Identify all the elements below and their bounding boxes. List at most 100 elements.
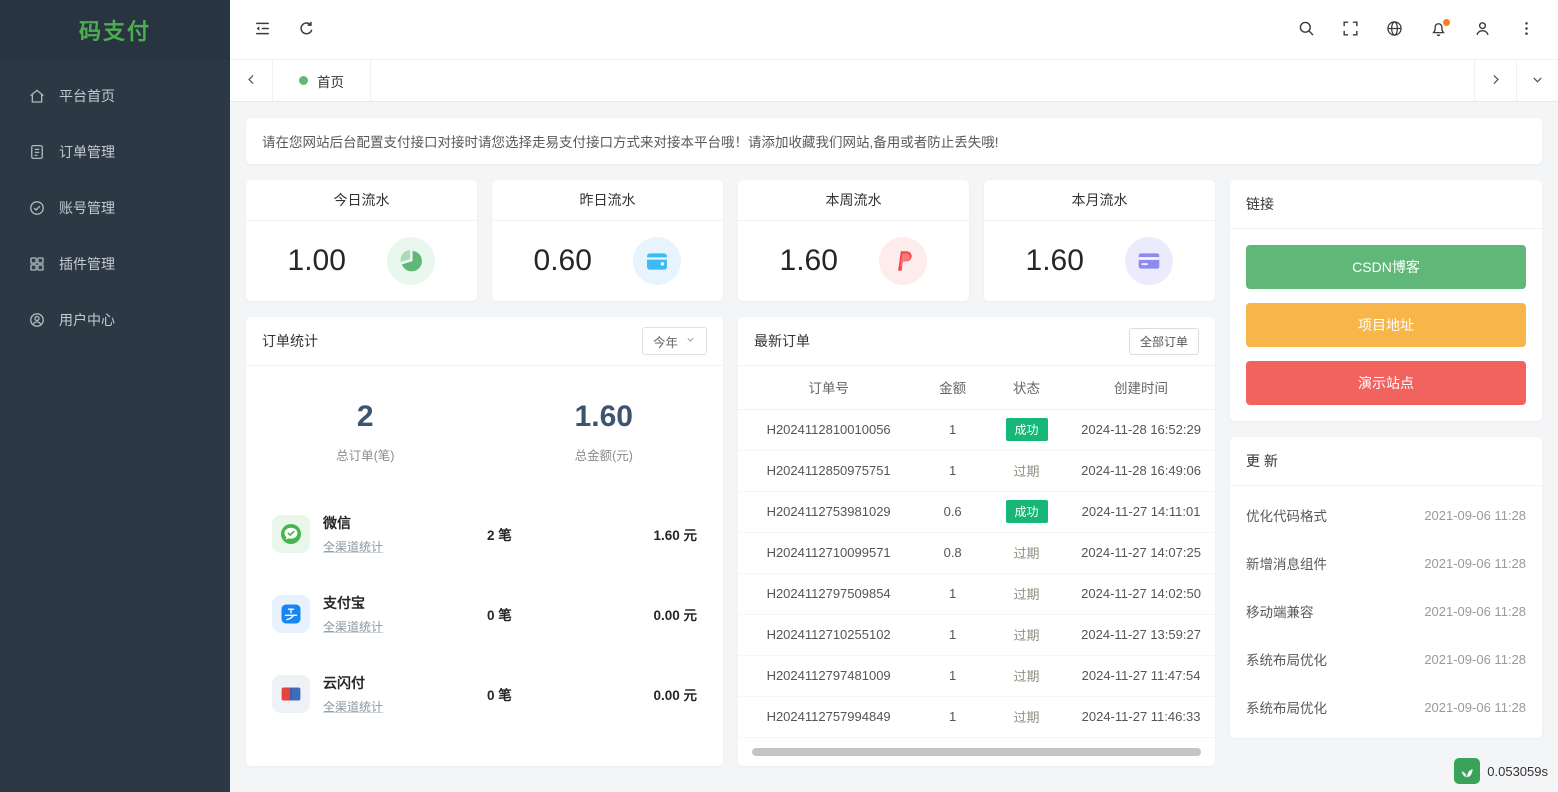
channel-subtitle[interactable]: 全渠道统计 <box>323 698 487 715</box>
refresh-button[interactable] <box>284 9 328 51</box>
order-row[interactable]: H20241127100995710.8过期2024-11-27 14:07:2… <box>738 532 1215 573</box>
order-row[interactable]: H20241127579948491过期2024-11-27 11:46:33 <box>738 696 1215 737</box>
active-tab-dot <box>299 76 308 85</box>
language-button[interactable] <box>1372 9 1416 51</box>
usercenter-icon <box>28 311 46 329</box>
tabs-scroll-left-button[interactable] <box>230 60 272 101</box>
render-time-badge: 0.053059s <box>1454 758 1548 784</box>
app-logo: 码支付 <box>0 0 230 60</box>
fullscreen-icon <box>1341 19 1360 41</box>
render-time-text: 0.053059s <box>1487 764 1548 779</box>
channel-subtitle[interactable]: 全渠道统计 <box>323 538 487 555</box>
more-icon <box>1517 19 1536 41</box>
order-row[interactable]: H20241128100100561成功2024-11-28 16:52:29 <box>738 409 1215 450</box>
stat-card-yesterday: 昨日流水 0.60 <box>492 180 723 301</box>
collapse-sidebar-button[interactable] <box>240 9 284 51</box>
update-date: 2021-09-06 11:28 <box>1424 508 1526 523</box>
search-button[interactable] <box>1284 9 1328 51</box>
stat-card-title: 今日流水 <box>246 180 477 221</box>
stat-card-value: 0.60 <box>534 244 592 278</box>
updates-title: 更 新 <box>1246 451 1278 471</box>
order-row[interactable]: H20241127539810290.6成功2024-11-27 14:11:0… <box>738 491 1215 532</box>
sidebar-item-label: 插件管理 <box>59 254 115 274</box>
demo-site-button[interactable]: 演示站点 <box>1246 361 1526 405</box>
update-date: 2021-09-06 11:28 <box>1424 556 1526 571</box>
update-label: 系统布局优化 <box>1246 649 1327 669</box>
update-label: 系统布局优化 <box>1246 697 1327 717</box>
order-status: 过期 <box>986 450 1067 491</box>
order-row[interactable]: H20241127975098541过期2024-11-27 14:02:50 <box>738 573 1215 614</box>
status-badge: 成功 <box>1006 418 1048 441</box>
order-row[interactable]: H20241127102551021过期2024-11-27 13:59:27 <box>738 614 1215 655</box>
status-text: 过期 <box>1014 669 1040 684</box>
order-stats-range-select[interactable]: 今年 <box>642 327 707 355</box>
channel-row-wechat: 微信全渠道统计2 笔1.60 元 <box>272 494 697 574</box>
order-created-time: 2024-11-27 11:47:54 <box>1067 655 1215 696</box>
sidebar-item-label: 平台首页 <box>59 86 115 106</box>
table-horizontal-scrollbar[interactable] <box>752 748 1201 756</box>
update-label: 新增消息组件 <box>1246 553 1327 573</box>
channel-amount: 1.60 元 <box>617 524 697 544</box>
order-id: H2024112710099571 <box>738 532 919 573</box>
update-date: 2021-09-06 11:28 <box>1424 700 1526 715</box>
sidebar-item-label: 用户中心 <box>59 310 115 330</box>
notice-text: 请在您网站后台配置支付接口对接时请您选择走易支付接口方式来对接本平台哦！请添加收… <box>262 135 999 150</box>
sidebar-item-plugins[interactable]: 插件管理 <box>0 236 230 292</box>
tab-bar: 首页 <box>230 60 1558 102</box>
sidebar-item-accounts[interactable]: 账号管理 <box>0 180 230 236</box>
sidebar: 码支付 平台首页订单管理账号管理插件管理用户中心 <box>0 0 230 792</box>
topbar-left-tools <box>240 9 328 51</box>
user-menu-button[interactable] <box>1460 9 1504 51</box>
order-created-time: 2024-11-28 16:49:06 <box>1067 450 1215 491</box>
update-item: 新增消息组件 2021-09-06 11:28 <box>1230 539 1542 587</box>
order-row[interactable]: H20241128509757511过期2024-11-28 16:49:06 <box>738 450 1215 491</box>
order-amount: 1 <box>919 614 986 655</box>
status-text: 过期 <box>1014 587 1040 602</box>
sidebar-item-home[interactable]: 平台首页 <box>0 68 230 124</box>
order-created-time: 2024-11-27 14:07:25 <box>1067 532 1215 573</box>
alipay-icon <box>272 595 310 633</box>
topbar-right-tools <box>1284 9 1548 51</box>
order-row[interactable]: H20241127974810091过期2024-11-27 11:47:54 <box>738 655 1215 696</box>
sidebar-item-orders[interactable]: 订单管理 <box>0 124 230 180</box>
status-text: 过期 <box>1014 628 1040 643</box>
status-badge: 成功 <box>1006 500 1048 523</box>
csdn-blog-button[interactable]: CSDN博客 <box>1246 245 1526 289</box>
channel-row-unionpay: 云闪付全渠道统计0 笔0.00 元 <box>272 654 697 734</box>
main-area: 首页 请在您网站后台配置支付接口对接时请您选择走易支付接口方式来对接本平台哦！请… <box>230 0 1558 792</box>
range-select-value: 今年 <box>653 332 678 351</box>
channel-subtitle[interactable]: 全渠道统计 <box>323 618 487 635</box>
stat-card-value: 1.60 <box>780 244 838 278</box>
orders-column-header: 状态 <box>986 366 1067 409</box>
status-text: 过期 <box>1014 710 1040 725</box>
tabs-menu-button[interactable] <box>1516 60 1558 101</box>
notice-bar: 请在您网站后台配置支付接口对接时请您选择走易支付接口方式来对接本平台哦！请添加收… <box>246 118 1542 164</box>
channel-list: 微信全渠道统计2 笔1.60 元支付宝全渠道统计0 笔0.00 元云闪付全渠道统… <box>246 490 723 756</box>
tab-home[interactable]: 首页 <box>272 60 371 101</box>
wallet-icon <box>633 237 681 285</box>
project-site-button[interactable]: 项目地址 <box>1246 303 1526 347</box>
sidebar-menu: 平台首页订单管理账号管理插件管理用户中心 <box>0 60 230 348</box>
links-list: CSDN博客项目地址演示站点 <box>1230 229 1542 421</box>
sidebar-item-user-center[interactable]: 用户中心 <box>0 292 230 348</box>
update-label: 优化代码格式 <box>1246 505 1327 525</box>
links-title: 链接 <box>1246 194 1274 214</box>
order-amount: 1 <box>919 655 986 696</box>
page-content[interactable]: 请在您网站后台配置支付接口对接时请您选择走易支付接口方式来对接本平台哦！请添加收… <box>230 102 1558 792</box>
all-orders-button[interactable]: 全部订单 <box>1129 328 1199 355</box>
stat-card-title: 昨日流水 <box>492 180 723 221</box>
tabs-scroll-right-button[interactable] <box>1474 60 1516 101</box>
notifications-button[interactable] <box>1416 9 1460 51</box>
refresh-icon <box>297 19 316 41</box>
update-item: 系统布局优化 2021-09-06 11:28 <box>1230 683 1542 731</box>
order-created-time: 2024-11-27 13:59:27 <box>1067 614 1215 655</box>
order-amount: 1 <box>919 696 986 737</box>
latest-orders-title: 最新订单 <box>754 331 810 351</box>
order-created-time: 2024-11-27 11:46:33 <box>1067 696 1215 737</box>
chevron-right-icon <box>1488 72 1503 90</box>
order-status: 过期 <box>986 696 1067 737</box>
order-status: 过期 <box>986 655 1067 696</box>
more-button[interactable] <box>1504 9 1548 51</box>
order-totals: 2 总订单(笔) 1.60 总金额(元) <box>246 366 723 490</box>
fullscreen-button[interactable] <box>1328 9 1372 51</box>
